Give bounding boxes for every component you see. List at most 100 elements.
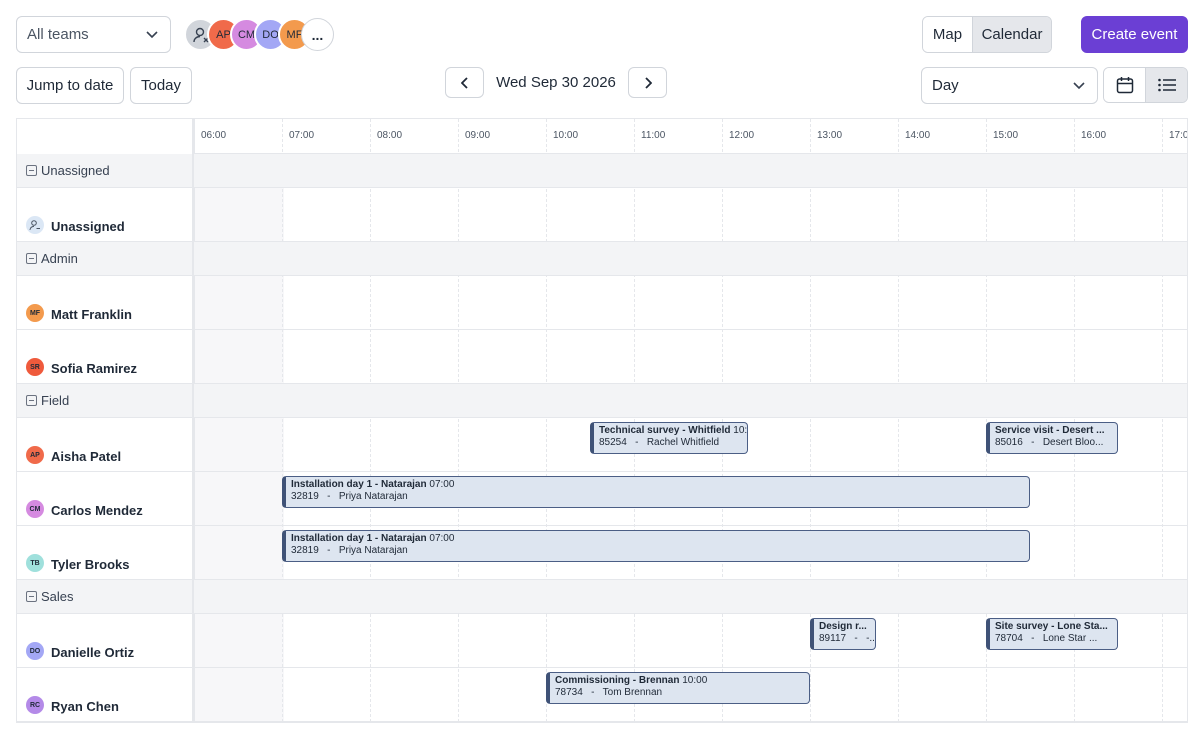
- event-separator: -: [318, 491, 339, 502]
- hour-label: 09:00: [465, 130, 491, 141]
- next-day-button[interactable]: [628, 67, 667, 98]
- event-code: 78734: [555, 687, 583, 698]
- event-customer: Priya Natarajan: [338, 545, 408, 556]
- hour-label: 14:00: [905, 130, 931, 141]
- today-button[interactable]: Today: [130, 67, 192, 104]
- event-subtitle: 85016 - Desert Bloo...: [995, 437, 1112, 448]
- resource-row[interactable]: RC Ryan Chen: [17, 668, 192, 722]
- avatar: DO: [26, 642, 44, 660]
- event-separator: -: [626, 437, 647, 448]
- calendar-layout-button[interactable]: [1104, 68, 1146, 102]
- list-layout-button[interactable]: [1146, 68, 1187, 102]
- event-title-text: Design r...: [819, 621, 867, 632]
- event-block[interactable]: Technical survey - Whitfield 10:3085254 …: [590, 422, 749, 454]
- event-time: 07:00: [426, 479, 455, 490]
- event-title-text: Installation day 1 - Natarajan: [291, 533, 427, 544]
- resource-column: Unassigned Unassigned Admin MF Matt Franklin…: [17, 119, 194, 722]
- event-time: 10:00: [679, 675, 708, 686]
- event-code: 78704: [995, 633, 1023, 644]
- group-row-field[interactable]: Field: [17, 384, 192, 418]
- chevron-left-icon: [460, 76, 468, 89]
- event-block[interactable]: Commissioning - Brennan 10:00 78734 - Tom…: [546, 672, 810, 704]
- timeline: 06:00 07:00 08:00 09:00 10:00 11:00 12:00 13:00…: [194, 119, 1187, 722]
- team-filter-value: All teams: [27, 26, 89, 43]
- group-row-admin[interactable]: Admin: [17, 242, 192, 276]
- timeline-row[interactable]: [194, 330, 1187, 384]
- event-code: 32819: [291, 545, 319, 556]
- group-label: Field: [41, 393, 70, 408]
- timeline-row[interactable]: [194, 188, 1187, 242]
- resource-row[interactable]: SR Sofia Ramirez: [17, 330, 192, 384]
- previous-day-button[interactable]: [445, 67, 484, 98]
- jump-to-date-button[interactable]: Jump to date: [16, 67, 124, 104]
- avatar: AP: [26, 446, 44, 464]
- hour-label: 07:00: [289, 130, 315, 141]
- event-customer: Lone Star ...: [1042, 633, 1098, 644]
- event-code: 32819: [291, 491, 319, 502]
- team-filter-select[interactable]: All teams: [16, 16, 171, 53]
- timeline-group-row: [194, 580, 1187, 614]
- resource-name: Ryan Chen: [51, 699, 119, 714]
- calendar-view-button[interactable]: Calendar: [973, 17, 1051, 52]
- event-subtitle: 89117 - -...: [819, 633, 875, 644]
- hour-label: 17:00: [1169, 130, 1188, 141]
- event-code: 85016: [995, 437, 1023, 448]
- event-title: Installation day 1 - Natarajan 07:00: [291, 479, 1024, 490]
- event-block[interactable]: Service visit - Desert ... 85016 - Desert…: [986, 422, 1118, 454]
- event-title: Service visit - Desert ...: [995, 425, 1112, 436]
- hour-label: 10:00: [553, 130, 579, 141]
- event-block[interactable]: Site survey - Lone Sta... 78704 - Lone St…: [986, 618, 1118, 650]
- resource-row[interactable]: CM Carlos Mendez: [17, 472, 192, 526]
- scheduler-grid: Unassigned Unassigned Admin MF Matt Franklin…: [16, 118, 1188, 723]
- avatar: RC: [26, 696, 44, 714]
- resource-row[interactable]: Unassigned: [17, 188, 192, 242]
- collapse-icon[interactable]: [26, 165, 37, 176]
- range-view-select[interactable]: Day: [921, 67, 1098, 104]
- group-label: Sales: [41, 589, 74, 604]
- group-row-sales[interactable]: Sales: [17, 580, 192, 614]
- current-date-label: Wed Sep 30 2026: [496, 74, 616, 91]
- event-separator: -: [1022, 437, 1043, 448]
- avatar: MF: [26, 304, 44, 322]
- event-code: 89117: [819, 633, 847, 644]
- chevron-down-icon: [146, 30, 158, 38]
- timeline-row[interactable]: [194, 276, 1187, 330]
- range-view-value: Day: [932, 77, 959, 94]
- create-event-button[interactable]: Create event: [1081, 16, 1188, 53]
- group-row-unassigned[interactable]: Unassigned: [17, 154, 192, 188]
- collapse-icon[interactable]: [26, 395, 37, 406]
- resource-name: Sofia Ramirez: [51, 361, 137, 376]
- event-separator: -: [582, 687, 603, 698]
- event-customer: Desert Bloo...: [1042, 437, 1104, 448]
- event-block[interactable]: Design r...89117 - -...: [810, 618, 876, 650]
- resource-row[interactable]: AP Aisha Patel: [17, 418, 192, 472]
- hour-label: 11:00: [641, 130, 666, 141]
- hour-label: 06:00: [201, 130, 227, 141]
- chevron-down-icon: [1073, 81, 1085, 89]
- collapse-icon[interactable]: [26, 253, 37, 264]
- event-block[interactable]: Installation day 1 - Natarajan 07:00 3281…: [282, 530, 1030, 562]
- collapse-icon[interactable]: [26, 591, 37, 602]
- calendar-icon: [1116, 77, 1133, 94]
- resource-name: Carlos Mendez: [51, 503, 143, 518]
- resource-name: Danielle Ortiz: [51, 645, 135, 660]
- more-avatars-button[interactable]: ...: [301, 18, 334, 51]
- timeline-group-row: [194, 242, 1187, 276]
- event-block[interactable]: Installation day 1 - Natarajan 07:00 3281…: [282, 476, 1030, 508]
- event-customer: -...: [866, 633, 875, 644]
- resource-row[interactable]: DO Danielle Ortiz: [17, 614, 192, 668]
- hour-label: 13:00: [817, 130, 843, 141]
- event-separator: -: [1022, 633, 1043, 644]
- event-title-text: Service visit - Desert ...: [995, 425, 1105, 436]
- group-label: Unassigned: [41, 163, 110, 178]
- resource-row[interactable]: MF Matt Franklin: [17, 276, 192, 330]
- event-title: Installation day 1 - Natarajan 07:00: [291, 533, 1024, 544]
- resource-row[interactable]: TB Tyler Brooks: [17, 526, 192, 580]
- event-time: 10:30: [733, 425, 748, 436]
- event-time: 07:00: [426, 533, 455, 544]
- event-customer: Tom Brennan: [602, 687, 663, 698]
- hour-label: 16:00: [1081, 130, 1107, 141]
- map-view-button[interactable]: Map: [923, 17, 973, 52]
- event-title-text: Technical survey - Whitfield: [599, 425, 731, 436]
- event-title: Commissioning - Brennan 10:00: [555, 675, 804, 686]
